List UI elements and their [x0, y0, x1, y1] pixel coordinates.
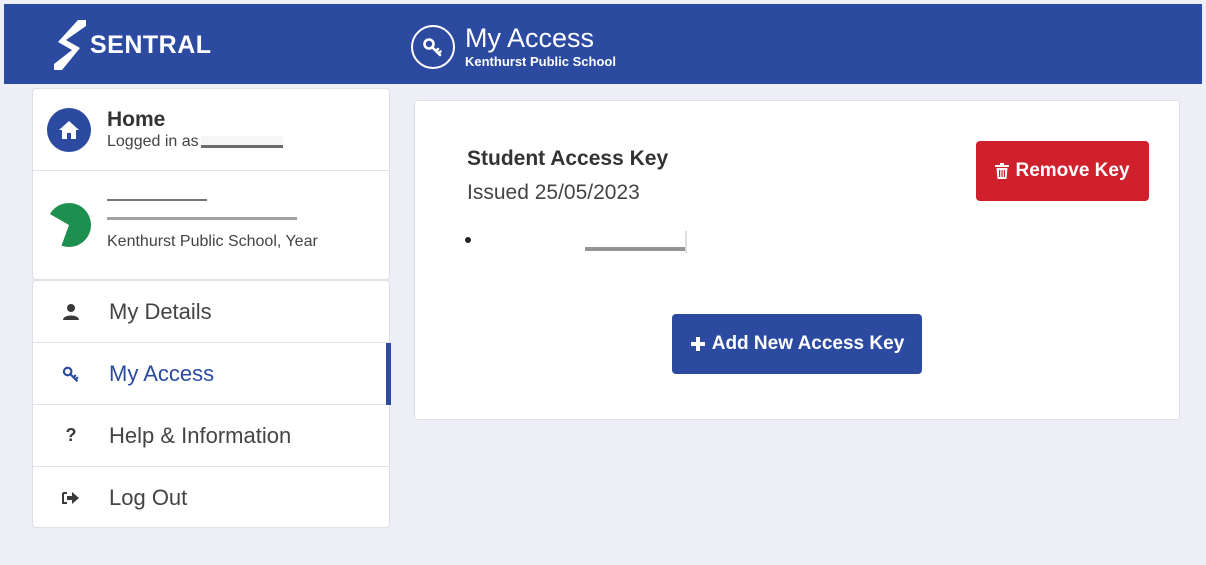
remove-key-label: Remove Key	[1015, 160, 1130, 181]
school-name: Kenthurst Public School	[465, 54, 616, 69]
sidebar-item-my-access[interactable]: My Access	[33, 343, 391, 405]
redacted-student-detail	[107, 217, 297, 227]
sidebar-item-label: My Details	[109, 298, 212, 324]
sidebar-item-label: My Access	[109, 360, 215, 386]
avatar	[47, 203, 91, 247]
top-bar: SENTRAL My Access Kenthurst Public Schoo…	[4, 4, 1202, 84]
remove-key-button[interactable]: Remove Key	[976, 141, 1149, 201]
brand-name: SENTRAL	[90, 30, 212, 59]
user-icon	[57, 303, 85, 321]
sidebar-nav: My Details My Access ? Help & Informatio…	[32, 280, 391, 529]
redacted-student-name	[107, 199, 207, 207]
key-icon	[57, 364, 85, 384]
key-icon	[411, 24, 455, 69]
redacted-key-detail	[465, 231, 695, 255]
sentral-logo-mark-icon	[54, 20, 86, 70]
add-access-key-label: Add New Access Key	[711, 333, 905, 354]
logged-in-label: Logged in as	[107, 132, 199, 150]
access-key-issued-date: Issued 25/05/2023	[467, 181, 640, 204]
question-icon: ?	[65, 425, 77, 445]
trash-icon	[995, 163, 1010, 179]
sidebar-item-help[interactable]: ? Help & Information	[33, 405, 389, 467]
plus-icon	[690, 337, 705, 351]
home-link[interactable]: Home Logged in as	[33, 89, 389, 171]
page-title: My Access	[465, 23, 595, 53]
student-school: Kenthurst Public School, Year	[107, 233, 318, 250]
home-icon	[47, 107, 91, 152]
add-access-key-button[interactable]: Add New Access Key	[672, 314, 922, 374]
sidebar-item-label: Log Out	[109, 485, 188, 510]
sentral-logo[interactable]: SENTRAL	[54, 20, 212, 70]
page-header: My Access Kenthurst Public School	[411, 24, 616, 69]
sidebar-item-log-out[interactable]: Log Out	[33, 467, 389, 529]
redacted-username	[200, 135, 283, 148]
sidebar-item-my-details[interactable]: My Details	[33, 281, 389, 343]
sign-out-icon	[57, 490, 85, 506]
access-key-title: Student Access Key	[467, 147, 669, 170]
student-profile[interactable]: Kenthurst Public School, Year	[33, 171, 389, 279]
logged-in-as: Logged in as	[107, 132, 283, 152]
access-key-card: Student Access Key Issued 25/05/2023 Rem…	[414, 100, 1180, 420]
sidebar-item-label: Help & Information	[109, 422, 292, 448]
home-title: Home	[107, 107, 166, 131]
profile-card: Home Logged in as Kenthurst Public Schoo…	[32, 88, 390, 280]
